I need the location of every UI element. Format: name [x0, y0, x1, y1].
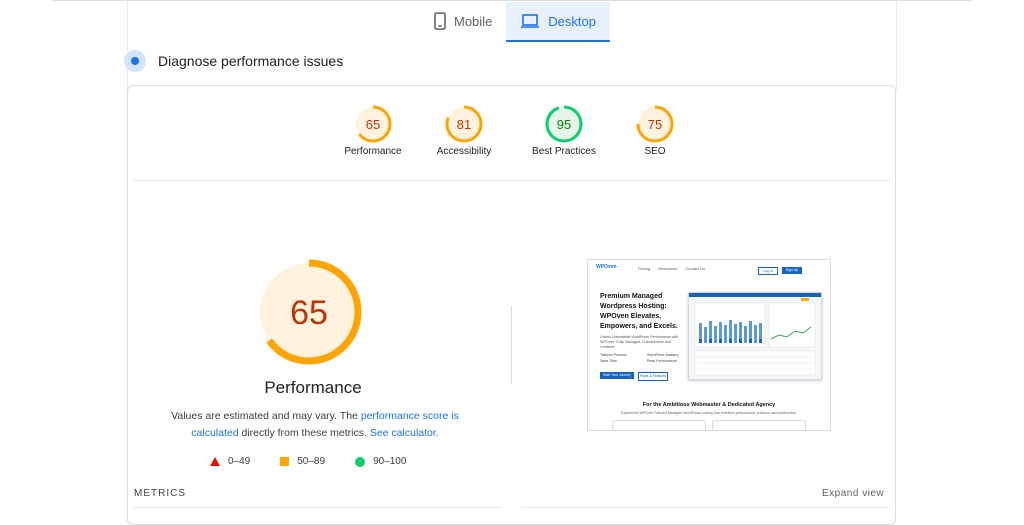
gauge-accessibility-label: Accessibility: [436, 146, 492, 157]
thumb-dashboard-image: [688, 292, 822, 380]
thumb-features: Tailored Process Save Time WordPress Mas…: [600, 352, 690, 364]
note-prefix: Values are estimated and may vary. The: [171, 410, 361, 422]
main-score-ring: 65: [256, 259, 362, 365]
main-score-title: Performance: [264, 378, 362, 397]
thumb-nav: Pricing Resources Contact Us: [638, 266, 705, 271]
expand-view-button[interactable]: Expand view: [822, 488, 884, 499]
legend-fail-label: 0–49: [228, 456, 251, 467]
gauge-accessibility-ring: 81: [445, 105, 483, 143]
gauge-performance-ring: 65: [354, 105, 392, 143]
tab-mobile-label: Mobile: [454, 13, 493, 29]
thumb-footer-subtext: Experience WPOven Tailored Managed WordP…: [621, 411, 797, 415]
metrics-divider-left: [133, 507, 501, 508]
tab-mobile[interactable]: Mobile: [420, 2, 506, 40]
laptop-icon: [521, 14, 540, 28]
legend-pass: 90–100: [355, 456, 406, 467]
score-note: Values are estimated and may vary. The p…: [150, 408, 480, 442]
page-screenshot-thumbnail: WPOven Pricing Resources Contact Us Log …: [587, 259, 831, 431]
gauge-accessibility[interactable]: 81 Accessibility: [419, 104, 509, 157]
gauge-performance[interactable]: 65 Performance: [328, 104, 418, 157]
thumb-headline: Premium Managed Wordpress Hosting: WPOve…: [600, 293, 678, 330]
metrics-heading: METRICS: [134, 488, 186, 499]
thumb-nav-item: Contact Us: [685, 266, 706, 271]
gauges-divider: [133, 180, 890, 181]
metrics-divider-right: [521, 507, 889, 508]
top-divider: [52, 0, 972, 1]
score-legend: 0–49 50–89 90–100: [210, 456, 406, 467]
section-title: Diagnose performance issues: [158, 53, 344, 69]
diagnose-icon: [124, 50, 146, 72]
vertical-divider: [511, 306, 512, 384]
gauge-best-practices[interactable]: 95 Best Practices: [519, 104, 609, 157]
phone-icon: [434, 12, 446, 30]
thumb-paragraph: Unlock Unbeatable WordPress Performance …: [600, 335, 679, 349]
right-guide-line: [896, 0, 897, 90]
note-middle: directly from these metrics.: [238, 427, 370, 439]
thumb-cta-secondary: Plans & Features: [638, 372, 668, 381]
thumb-footer-heading: For the Ambitious Webmaster & Dedicated …: [642, 402, 776, 408]
gauge-seo-score: 75: [648, 117, 662, 132]
tab-desktop-label: Desktop: [548, 13, 596, 29]
pass-circle-icon: [355, 456, 366, 467]
gauge-accessibility-score: 81: [457, 117, 471, 132]
thumb-signup-button: Sign Up: [782, 267, 802, 274]
thumb-cta-primary: Start Your Journey: [600, 372, 634, 379]
gauge-seo[interactable]: 75 SEO: [610, 104, 700, 157]
thumb-feature: Peak Performance: [647, 359, 677, 363]
main-score-value: 65: [290, 294, 328, 332]
see-calculator-link[interactable]: See calculator.: [370, 427, 439, 439]
average-square-icon: [280, 457, 290, 466]
gauge-performance-label: Performance: [344, 146, 402, 157]
diagnose-header: Diagnose performance issues: [124, 50, 343, 72]
gauge-performance-score: 65: [366, 117, 380, 132]
gauge-best-practices-label: Best Practices: [532, 146, 596, 157]
category-gauges: 65 Performance 81 Accessibility 95 Best …: [330, 104, 700, 174]
thumb-feature: Save Time: [600, 359, 617, 363]
device-tabs: Mobile Desktop: [420, 2, 610, 42]
thumb-nav-item: Pricing: [638, 266, 651, 271]
thumb-nav-item: Resources: [658, 266, 678, 271]
thumb-login-button: Log in: [758, 267, 778, 275]
thumb-feature-box: [612, 420, 706, 430]
legend-average: 50–89: [280, 456, 325, 467]
thumb-logo: WPOven: [596, 264, 617, 270]
legend-pass-label: 90–100: [373, 456, 407, 467]
thumb-feature-box: [712, 420, 806, 430]
gauge-best-practices-ring: 95: [545, 105, 583, 143]
fail-triangle-icon: [210, 457, 220, 466]
left-guide-line: [127, 0, 128, 90]
gauge-seo-label: SEO: [644, 146, 666, 157]
thumb-dashboard-graphic: [694, 298, 816, 376]
legend-average-label: 50–89: [297, 456, 326, 467]
legend-fail: 0–49: [210, 456, 250, 467]
gauge-best-practices-score: 95: [557, 117, 571, 132]
gauge-seo-ring: 75: [636, 105, 674, 143]
tab-desktop[interactable]: Desktop: [506, 2, 610, 42]
main-score-gauge: 65: [255, 258, 363, 366]
